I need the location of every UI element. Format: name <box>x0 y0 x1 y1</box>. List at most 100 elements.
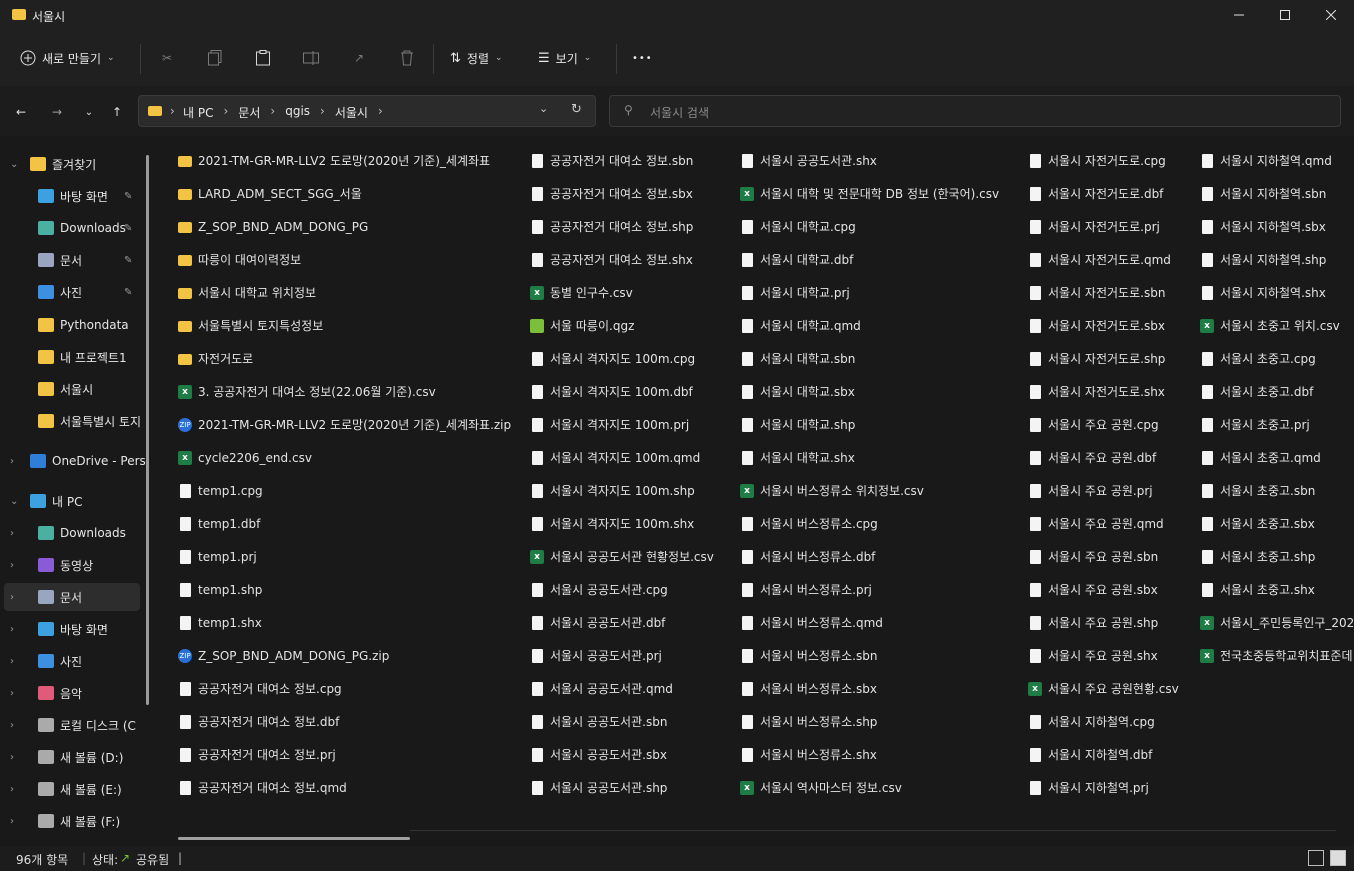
chevron-right-icon[interactable]: › <box>10 656 14 667</box>
file-item[interactable]: 서울시 대학교.qmd <box>740 309 861 342</box>
sidebar-item[interactable]: › 로컬 디스크 (C <box>0 711 146 739</box>
file-item[interactable]: 자전거도로 <box>178 342 253 375</box>
file-item[interactable]: 서울시 버스정류소.qmd <box>740 606 883 639</box>
file-item[interactable]: 서울 따릉이.qgz <box>530 309 634 342</box>
file-item[interactable]: temp1.prj <box>178 540 257 573</box>
sidebar-item[interactable]: › 새 볼륨 (E:) <box>0 775 146 803</box>
file-item[interactable]: 서울시 공공도서관.sbn <box>530 705 667 738</box>
file-item[interactable]: 서울시 버스정류소.shp <box>740 705 877 738</box>
file-item[interactable]: 서울시 초중고.cpg <box>1200 342 1316 375</box>
file-item[interactable]: 공공자전거 대여소 정보.dbf <box>178 705 339 738</box>
file-item[interactable]: x 서울시 공공도서관 현황정보.csv <box>530 540 714 573</box>
file-item[interactable]: 서울시 지하철역.prj <box>1028 771 1149 804</box>
share-icon[interactable]: ↗ <box>349 48 369 68</box>
horizontal-scrollbar[interactable] <box>178 837 410 840</box>
file-item[interactable]: 공공자전거 대여소 정보.cpg <box>178 672 342 705</box>
chevron-right-icon[interactable]: › <box>10 528 14 539</box>
file-item[interactable]: 서울시 대학교.sbn <box>740 342 855 375</box>
file-item[interactable]: 서울시 공공도서관.qmd <box>530 672 673 705</box>
file-item[interactable]: 서울시 초중고.qmd <box>1200 441 1321 474</box>
new-button[interactable]: 새로 만들기 ⌄ <box>20 42 115 74</box>
file-item[interactable]: 따릉이 대여이력정보 <box>178 243 301 276</box>
file-item[interactable]: x 서울시 역사마스터 정보.csv <box>740 771 902 804</box>
file-item[interactable]: 서울시 공공도서관.sbx <box>530 738 667 771</box>
sidebar-scrollbar[interactable] <box>146 155 149 705</box>
copy-icon[interactable] <box>205 48 225 68</box>
file-item[interactable]: ZIP Z_SOP_BND_ADM_DONG_PG.zip <box>178 639 389 672</box>
tiles-view-button[interactable] <box>1330 850 1346 866</box>
sidebar-item[interactable]: 바탕 화면 ✎ <box>0 182 146 210</box>
file-item[interactable]: x 동별 인구수.csv <box>530 276 633 309</box>
file-item[interactable]: 서울시 대학교.prj <box>740 276 850 309</box>
file-item[interactable]: 서울시 버스정류소.shx <box>740 738 877 771</box>
file-item[interactable]: x 서울시_주민등록인구_202 <box>1200 606 1354 639</box>
breadcrumb-item[interactable]: 서울시 <box>335 104 368 121</box>
chevron-right-icon[interactable]: › <box>10 784 14 795</box>
file-item[interactable]: 공공자전거 대여소 정보.shp <box>530 210 693 243</box>
file-item[interactable]: 서울시 초중고.prj <box>1200 408 1310 441</box>
chevron-right-icon[interactable]: › <box>10 592 14 603</box>
recent-locations-button[interactable]: ⌄ <box>78 101 100 123</box>
file-item[interactable]: 서울시 주요 공원.sbn <box>1028 540 1158 573</box>
file-item[interactable]: temp1.cpg <box>178 474 263 507</box>
sidebar-item[interactable]: › 문서 <box>4 583 140 611</box>
sidebar-item[interactable]: Downloads ✎ <box>0 214 146 242</box>
file-item[interactable]: 서울시 주요 공원.prj <box>1028 474 1153 507</box>
sidebar-item[interactable]: ⌄ 내 PC <box>0 487 146 515</box>
file-item[interactable]: temp1.dbf <box>178 507 260 540</box>
minimize-button[interactable] <box>1216 0 1262 30</box>
file-item[interactable]: 서울시 초중고.shp <box>1200 540 1315 573</box>
file-item[interactable]: 서울시 초중고.dbf <box>1200 375 1313 408</box>
file-item[interactable]: 서울시 지하철역.cpg <box>1028 705 1155 738</box>
file-item[interactable]: LARD_ADM_SECT_SGG_서울 <box>178 177 362 210</box>
file-item[interactable]: 서울시 주요 공원.sbx <box>1028 573 1158 606</box>
file-item[interactable]: x 서울시 대학 및 전문대학 DB 정보 (한국어).csv <box>740 177 999 210</box>
file-item[interactable]: 서울시 자전거도로.sbx <box>1028 309 1165 342</box>
delete-icon[interactable] <box>397 48 417 68</box>
file-item[interactable]: 서울시 대학교.dbf <box>740 243 853 276</box>
chevron-right-icon[interactable]: › <box>10 816 14 827</box>
breadcrumb-item[interactable]: 문서 <box>238 104 260 121</box>
file-item[interactable]: 서울시 자전거도로.shx <box>1028 375 1165 408</box>
file-item[interactable]: 서울시 자전거도로.prj <box>1028 210 1160 243</box>
address-bar[interactable]: › 내 PC › 문서 › qgis › 서울시 › ⌄ ↻ <box>138 95 596 127</box>
file-item[interactable]: 서울시 자전거도로.dbf <box>1028 177 1163 210</box>
file-item[interactable]: 서울시 지하철역.sbn <box>1200 177 1326 210</box>
file-item[interactable]: 서울시 격자지도 100m.prj <box>530 408 689 441</box>
back-button[interactable]: ← <box>10 101 32 123</box>
sidebar-item[interactable]: › 바탕 화면 <box>0 615 146 643</box>
sidebar-item[interactable]: 내 프로젝트1 <box>0 343 146 371</box>
chevron-right-icon[interactable]: › <box>10 752 14 763</box>
close-button[interactable] <box>1308 0 1354 30</box>
file-item[interactable]: 서울시 격자지도 100m.shp <box>530 474 695 507</box>
file-item[interactable]: 서울시 자전거도로.qmd <box>1028 243 1171 276</box>
more-options-button[interactable]: ••• <box>632 42 653 74</box>
file-item[interactable]: 2021-TM-GR-MR-LLV2 도로망(2020년 기준)_세계좌표 <box>178 144 490 177</box>
file-item[interactable]: ZIP 2021-TM-GR-MR-LLV2 도로망(2020년 기준)_세계좌표… <box>178 408 511 441</box>
file-item[interactable]: x cycle2206_end.csv <box>178 441 312 474</box>
file-item[interactable]: 서울시 버스정류소.sbx <box>740 672 877 705</box>
file-item[interactable]: 서울시 지하철역.dbf <box>1028 738 1152 771</box>
file-item[interactable]: 서울시 공공도서관.cpg <box>530 573 668 606</box>
sidebar-item[interactable]: › Downloads <box>0 519 146 547</box>
file-item[interactable]: 서울시 격자지도 100m.shx <box>530 507 694 540</box>
file-item[interactable]: 서울시 주요 공원.qmd <box>1028 507 1164 540</box>
file-item[interactable]: 서울시 격자지도 100m.dbf <box>530 375 693 408</box>
chevron-right-icon[interactable]: › <box>10 456 14 467</box>
file-item[interactable]: x 전국초중등학교위치표준데 <box>1200 639 1352 672</box>
file-item[interactable]: 서울시 격자지도 100m.qmd <box>530 441 700 474</box>
file-item[interactable]: 서울시 지하철역.shx <box>1200 276 1326 309</box>
file-item[interactable]: 서울시 대학교 위치정보 <box>178 276 316 309</box>
file-item[interactable]: 서울시 공공도서관.prj <box>530 639 662 672</box>
chevron-right-icon[interactable]: › <box>10 624 14 635</box>
file-item[interactable]: 서울시 대학교.sbx <box>740 375 855 408</box>
sidebar-item[interactable]: › OneDrive - Perso <box>0 447 146 475</box>
details-view-button[interactable] <box>1308 850 1324 866</box>
chevron-right-icon[interactable]: › <box>10 560 14 571</box>
file-item[interactable]: 서울시 버스정류소.sbn <box>740 639 877 672</box>
breadcrumb-item[interactable]: qgis <box>285 104 310 121</box>
file-item[interactable]: 서울시 버스정류소.prj <box>740 573 872 606</box>
sidebar-item[interactable]: › 새 볼륨 (D:) <box>0 743 146 771</box>
file-item[interactable]: 서울시 대학교.cpg <box>740 210 856 243</box>
file-item[interactable]: 서울시 지하철역.shp <box>1200 243 1326 276</box>
